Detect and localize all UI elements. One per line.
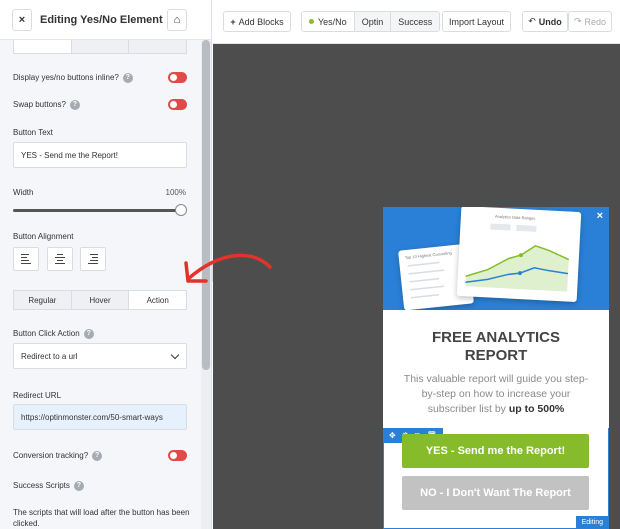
redo-icon: ↷ [573,16,582,26]
popup-hero-image: Top 10 Highest Converting Analytics Data… [383,207,609,310]
add-blocks-label: Add Blocks [238,16,284,27]
editing-badge: Editing [575,516,609,529]
tab-yes-no-label: Yes/No [318,16,347,27]
help-icon[interactable]: ? [73,481,84,491]
display-inline-label: Display yes/no buttons inline?? [13,73,133,83]
click-action-label: Button Click Action? [13,329,94,339]
width-value: 100% [165,188,186,197]
redirect-url-label: Redirect URL [13,391,62,400]
success-scripts-description: The scripts that will load after the but… [13,508,190,528]
close-icon[interactable]: × [12,9,32,31]
yes-button[interactable]: YES - Send me the Report! [402,434,589,468]
headline-line-2: REPORT [464,347,528,364]
tab-action[interactable]: Action [129,291,187,309]
display-inline-toggle[interactable] [168,72,187,83]
align-right-icon [88,252,98,266]
element-settings-panel: × Editing Yes/No Element ⌂ Display yes/n… [0,0,212,529]
tab-optin[interactable]: Optin [354,12,392,31]
conversion-tracking-label: Conversion tracking?? [13,451,103,461]
popup-close-icon[interactable]: × [597,210,603,222]
button-state-tabs: Regular Hover Action [13,290,187,310]
panel-header: × Editing Yes/No Element ⌂ [0,0,211,40]
click-action-value: Redirect to a url [21,352,78,361]
panel-scrollbar-thumb[interactable] [202,40,210,370]
line-chart-icon [465,223,570,292]
tab-regular[interactable]: Regular [14,291,72,309]
align-left-icon [21,252,31,266]
tab-yes-no[interactable]: Yes/No [302,12,355,31]
help-icon[interactable]: ? [69,100,80,110]
report-card-main: Analytics Data Ranges [456,207,582,303]
align-left-button[interactable] [13,247,39,271]
campaign-popup: Top 10 Highest Converting Analytics Data… [383,207,609,529]
button-text-label: Button Text [13,128,53,137]
alignment-label: Button Alignment [13,232,74,241]
no-button[interactable]: NO - I Don't Want The Report [402,476,589,510]
conversion-tracking-toggle[interactable] [168,450,187,461]
undo-label: Undo [538,16,562,27]
button-text-input[interactable]: YES - Send me the Report! [13,142,187,168]
swap-buttons-toggle[interactable] [168,99,187,110]
builder-toolbar: + Add Blocks Yes/No Optin Success Import … [213,0,620,44]
add-blocks-button[interactable]: + Add Blocks [223,11,291,32]
align-center-button[interactable] [47,247,73,271]
panel-section-tabs[interactable] [13,40,187,54]
view-switcher: Yes/No Optin Success [301,11,441,32]
success-scripts-label: Success Scripts? [13,481,84,491]
redo-label: Redo [584,16,607,27]
headline-line-1: FREE ANALYTICS [431,329,561,346]
help-icon[interactable]: ? [92,451,103,461]
popup-headline: FREE ANALYTICS REPORT [383,329,609,365]
redirect-url-input[interactable]: https://optinmonster.com/50-smart-ways [13,404,187,430]
plus-icon: + [230,16,236,27]
home-icon[interactable]: ⌂ [167,9,187,31]
undo-button[interactable]: ↶ Undo [522,11,568,32]
align-center-icon [55,252,65,266]
width-slider-handle[interactable] [175,204,187,216]
tab-success[interactable]: Success [391,12,440,31]
active-dot-icon [309,19,314,24]
click-action-select[interactable]: Redirect to a url [13,343,187,369]
redo-button[interactable]: ↷ Redo [568,11,612,32]
align-right-button[interactable] [80,247,106,271]
move-icon[interactable]: ✥ [389,431,396,440]
help-icon[interactable]: ? [122,73,133,83]
swap-buttons-label: Swap buttons?? [13,100,80,110]
width-slider-track[interactable] [13,209,183,212]
width-label: Width [13,188,34,197]
import-layout-button[interactable]: Import Layout [442,11,511,32]
tab-hover[interactable]: Hover [72,291,130,309]
chevron-down-icon [170,350,180,360]
help-icon[interactable]: ? [83,329,94,339]
popup-description: This valuable report will guide you step… [403,372,589,417]
undo-icon: ↶ [528,16,536,26]
panel-title: Editing Yes/No Element [40,14,163,26]
description-highlight: up to 500% [508,403,565,415]
